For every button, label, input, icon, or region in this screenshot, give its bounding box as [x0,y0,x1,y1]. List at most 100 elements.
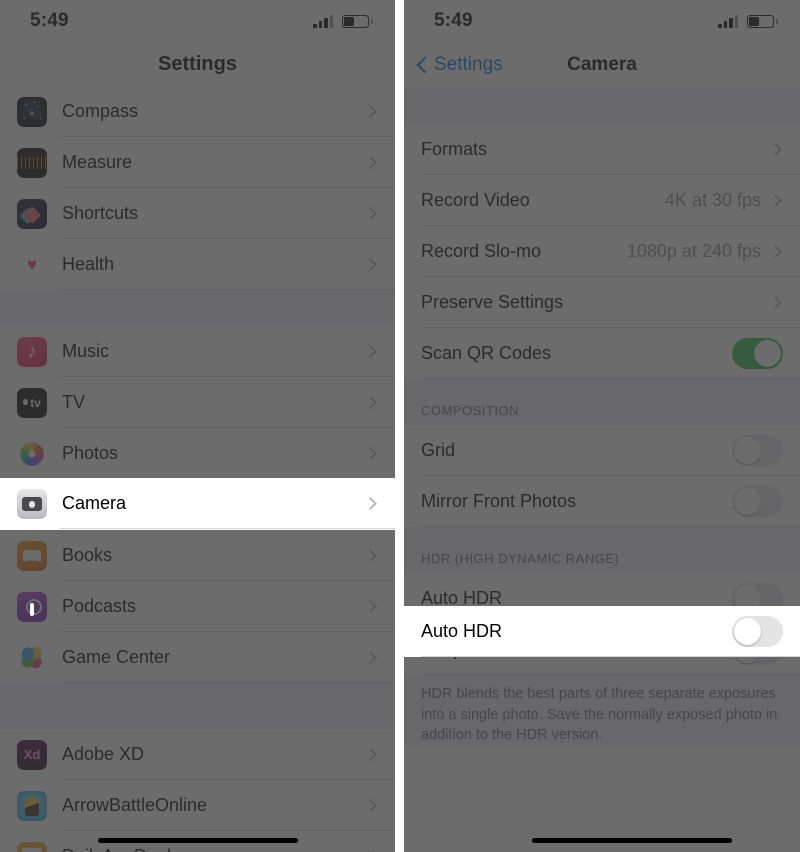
row-label: TV [62,392,86,412]
row-label: ArrowBattleOnline [62,795,208,815]
chevron-right-icon [364,447,377,460]
compass-app-icon [17,96,47,127]
right-status-bar: 5:49 [404,0,800,42]
left-screen: 5:49 Settings Compass Measure Shortcuts … [0,0,395,852]
chevron-right-icon [769,296,782,309]
chevron-right-icon [364,207,377,220]
row-auto-hdr-highlighted[interactable]: Auto HDR [404,606,800,657]
cellular-bars-icon [718,14,738,28]
chevron-right-icon [769,245,782,258]
group-separator [0,683,395,729]
sidebar-item-game-center[interactable]: Game Center [0,632,395,683]
screenshot-stage: 5:49 Settings Compass Measure Shortcuts … [0,0,800,852]
status-indicators [718,14,778,28]
measure-app-icon [17,147,47,178]
dailyappdeals-app-icon [17,841,47,852]
row-label: DailyAppDeals [62,846,366,852]
back-button[interactable]: Settings [417,54,503,76]
row-value: 1080p at 240 fps [626,241,761,261]
sidebar-item-compass[interactable]: Compass [0,86,395,137]
settings-list: Compass Measure Shortcuts Health [0,86,395,852]
adobe-xd-app-icon [17,739,47,770]
battery-icon [747,14,778,28]
status-time: 5:49 [434,10,473,31]
chevron-right-icon [364,497,377,510]
right-phone-camera-settings: 5:49 Settings Camera Formats Record Vide… [404,0,800,852]
shortcuts-app-icon [17,198,47,229]
row-label: Adobe XD [62,744,145,764]
grid-toggle[interactable] [732,435,783,466]
chevron-right-icon [364,258,377,271]
chevron-right-icon [769,143,782,156]
battery-icon [342,14,373,28]
sidebar-item-music[interactable]: Music [0,326,395,377]
chevron-right-icon [364,549,377,562]
row-label: Podcasts [62,596,137,616]
group-separator [0,290,395,326]
camera-nav-bar: Settings Camera [404,42,800,88]
auto-hdr-toggle-highlighted[interactable] [732,616,783,647]
chevron-right-icon [364,396,377,409]
hdr-footnote: HDR blends the best parts of three separ… [404,675,800,746]
row-preserve-settings[interactable]: Preserve Settings [404,277,800,328]
row-label: Auto HDR [421,621,503,641]
chevron-right-icon [364,651,377,664]
row-mirror-front-photos[interactable]: Mirror Front Photos [404,476,800,527]
chevron-left-icon [417,56,428,75]
mirror-front-photos-toggle[interactable] [732,486,783,517]
row-record-video[interactable]: Record Video 4K at 30 fps [404,175,800,226]
row-grid[interactable]: Grid [404,425,800,476]
row-label: Compass [62,101,139,121]
row-label: Mirror Front Photos [421,491,577,511]
sidebar-item-health[interactable]: Health [0,239,395,290]
arrowbattleonline-app-icon [17,790,47,821]
chevron-right-icon [364,345,377,358]
sidebar-item-tv[interactable]: TV [0,377,395,428]
row-label: Music [62,341,110,361]
row-label: Record Video [421,190,530,210]
row-formats[interactable]: Formats [404,124,800,175]
chevron-right-icon [769,194,782,207]
settings-nav-bar: Settings [0,42,395,86]
podcasts-app-icon [17,591,47,622]
section-header-hdr: HDR (HIGH DYNAMIC RANGE) [404,527,800,573]
row-label: Grid [421,440,456,460]
row-label: Photos [62,443,119,463]
music-app-icon [17,336,47,367]
page-title: Settings [158,52,237,75]
row-scan-qr-codes[interactable]: Scan QR Codes [404,328,800,379]
section-header-composition: COMPOSITION [404,379,800,425]
row-value: 4K at 30 fps [664,190,761,210]
highlighted-camera-row[interactable]: Camera [0,478,395,530]
highlighted-auto-hdr-row[interactable]: Auto HDR [404,606,800,657]
row-label: Camera [62,493,127,513]
status-indicators [313,14,373,28]
sidebar-item-photos[interactable]: Photos [0,428,395,479]
row-record-slo-mo[interactable]: Record Slo-mo 1080p at 240 fps [404,226,800,277]
status-time: 5:49 [30,10,69,31]
sidebar-item-adobe-xd[interactable]: Adobe XD [0,729,395,780]
row-label: Measure [62,152,133,172]
sidebar-item-arrowbattleonline[interactable]: ArrowBattleOnline [0,780,395,831]
photos-app-icon [17,438,47,469]
chevron-right-icon [364,748,377,761]
left-status-bar: 5:49 [0,0,395,42]
right-screen: 5:49 Settings Camera Formats Record Vide… [404,0,800,852]
row-label: Game Center [62,647,171,667]
chevron-right-icon [364,600,377,613]
sidebar-item-books[interactable]: Books [0,530,395,581]
home-indicator [532,838,732,843]
sidebar-item-measure[interactable]: Measure [0,137,395,188]
sidebar-item-shortcuts[interactable]: Shortcuts [0,188,395,239]
row-label: Health [62,254,115,274]
cellular-bars-icon [313,14,333,28]
chevron-right-icon [364,156,377,169]
sidebar-item-camera-highlighted[interactable]: Camera [0,478,395,529]
scan-qr-codes-toggle[interactable] [732,338,783,369]
chevron-right-icon [364,105,377,118]
game-center-app-icon [17,642,47,673]
chevron-right-icon [364,799,377,812]
sidebar-item-podcasts[interactable]: Podcasts [0,581,395,632]
row-label: Record Slo-mo [421,241,542,261]
left-phone-settings-list: 5:49 Settings Compass Measure Shortcuts … [0,0,395,852]
